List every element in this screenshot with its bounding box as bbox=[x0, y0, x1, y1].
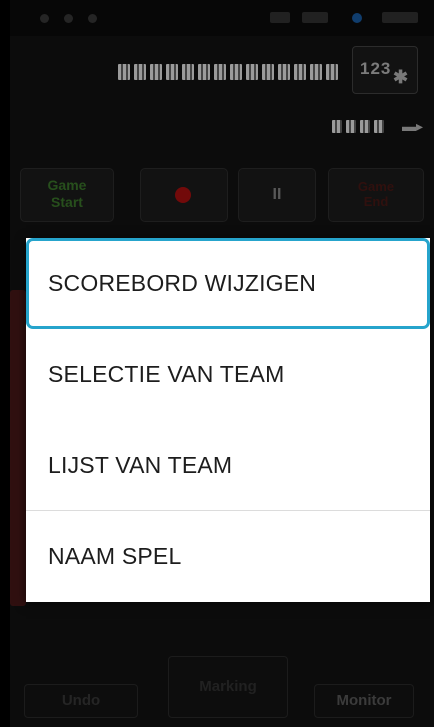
menu-item-team-selection[interactable]: SELECTIE VAN TEAM bbox=[26, 329, 430, 420]
menu-item-team-list[interactable]: LIJST VAN TEAM bbox=[26, 420, 430, 511]
menu-item-label: NAAM SPEL bbox=[48, 543, 182, 569]
menu-item-label: SCOREBORD WIJZIGEN bbox=[48, 270, 317, 296]
menu-item-scoreboard[interactable]: SCOREBORD WIJZIGEN bbox=[26, 238, 430, 329]
menu-item-label: LIJST VAN TEAM bbox=[48, 452, 233, 478]
context-menu: SCOREBORD WIJZIGEN SELECTIE VAN TEAM LIJ… bbox=[26, 238, 430, 602]
menu-item-label: SELECTIE VAN TEAM bbox=[48, 361, 285, 387]
menu-item-game-name[interactable]: NAAM SPEL bbox=[26, 511, 430, 602]
app-screen: 123 ✱ ▬▸ Game Start II Game End Undo Mar… bbox=[10, 0, 434, 727]
